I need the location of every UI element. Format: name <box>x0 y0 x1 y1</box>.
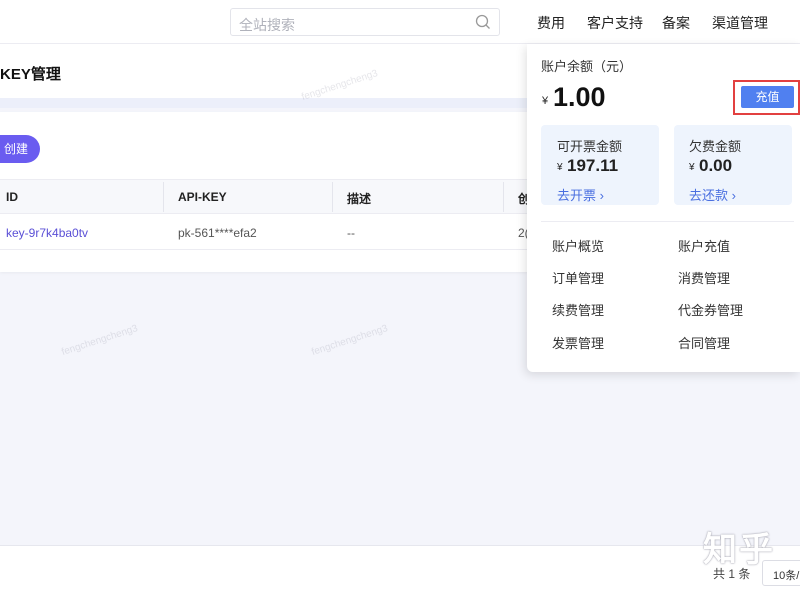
divider-strip <box>0 98 560 108</box>
zhihu-watermark-logo: 知乎 <box>703 530 775 570</box>
table-header <box>0 179 540 214</box>
menu-renewal-management[interactable]: 续费管理 <box>552 300 604 319</box>
user-watermark: fengchengcheng3 <box>310 322 390 359</box>
create-button[interactable]: 创建 <box>0 135 40 163</box>
column-header-description[interactable]: 描述 <box>347 190 371 207</box>
menu-order-management[interactable]: 订单管理 <box>552 268 604 287</box>
go-repay-link[interactable]: 去还款 › <box>689 185 736 204</box>
column-separator <box>503 182 504 212</box>
search-icon[interactable] <box>475 14 491 30</box>
menu-account-recharge[interactable]: 账户充值 <box>678 236 730 255</box>
menu-voucher-management[interactable]: 代金券管理 <box>678 300 743 319</box>
invoiceable-currency: ¥ <box>557 162 563 173</box>
account-balance-label: 账户余额（元） <box>541 59 633 74</box>
key-id-link[interactable]: key-9r7k4ba0tv <box>6 226 88 240</box>
recharge-button[interactable]: 充值 <box>741 86 794 108</box>
user-watermark: fengchengcheng3 <box>60 322 140 359</box>
nav-channel-management[interactable]: 渠道管理 <box>712 13 768 33</box>
page-title: KEY管理 <box>0 66 61 83</box>
menu-contract-management[interactable]: 合同管理 <box>678 333 730 352</box>
menu-consumption-management[interactable]: 消费管理 <box>678 268 730 287</box>
nav-customer-support[interactable]: 客户支持 <box>587 13 643 33</box>
site-search-input[interactable]: 全站搜索 <box>230 8 500 36</box>
nav-filing[interactable]: 备案 <box>662 13 690 33</box>
menu-invoice-management[interactable]: 发票管理 <box>552 333 604 352</box>
title-bar <box>0 44 560 98</box>
api-key-value: pk-561****efa2 <box>178 226 257 240</box>
owed-currency: ¥ <box>689 162 695 173</box>
pagination-footer <box>0 545 800 600</box>
search-placeholder: 全站搜索 <box>239 17 295 33</box>
account-balance-value: 1.00 <box>553 82 606 112</box>
invoiceable-value: 197.11 <box>567 156 619 175</box>
column-separator <box>163 182 164 212</box>
owed-value: 0.00 <box>699 156 733 175</box>
column-header-api-key[interactable]: API-KEY <box>178 190 227 204</box>
column-header-id[interactable]: ID <box>6 190 18 204</box>
column-separator <box>332 182 333 212</box>
go-invoice-link[interactable]: 去开票 › <box>557 185 604 204</box>
panel-divider <box>541 221 794 222</box>
menu-account-overview[interactable]: 账户概览 <box>552 236 604 255</box>
description-value: -- <box>347 226 355 240</box>
page-size-value: 10条/ <box>773 570 800 582</box>
balance-currency: ¥ <box>542 95 549 107</box>
invoiceable-label: 可开票金额 <box>557 139 623 154</box>
nav-fees[interactable]: 费用 <box>537 13 565 33</box>
owed-label: 欠费金额 <box>689 139 742 154</box>
